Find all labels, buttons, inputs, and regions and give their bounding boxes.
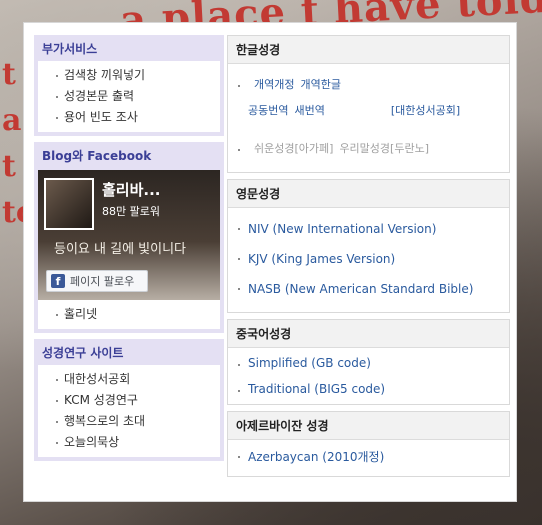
link-simplified[interactable]: Simplified (GB code) xyxy=(236,350,501,376)
left-column: 부가서비스 검색창 끼워넣기 성경본문 출력 용어 빈도 조사 Blog와 Fa… xyxy=(34,35,224,467)
english-bible-title: 영문성경 xyxy=(228,180,509,208)
blog-facebook-box: Blog와 Facebook 홀리바... 88만 팔로워 등이요 내 길에 빛… xyxy=(34,142,224,333)
blog-links: 홀리넷 xyxy=(38,300,220,329)
english-bible-section: 영문성경 NIV (New International Version) KJV… xyxy=(227,179,510,313)
link-holynet[interactable]: 홀리넷 xyxy=(44,304,214,325)
follow-page-button[interactable]: f 페이지 팔로우 xyxy=(46,270,148,292)
extra-services-list: 검색창 끼워넣기 성경본문 출력 용어 빈도 조사 xyxy=(38,61,220,132)
korean-row-3: 쉬운성경[아가페] 우리말성경[두란노] xyxy=(236,136,501,162)
follower-count: 88만 팔로워 xyxy=(102,205,160,218)
link-revised-new[interactable]: 개역개정 xyxy=(254,72,294,98)
publisher-kbs: [대한성서공회] xyxy=(390,104,461,117)
korean-row-2: 공동번역 새번역 [대한성서공회] xyxy=(236,98,501,124)
korean-bible-section: 한글성경 개역개정 개역한글 공동번역 새번역 [대한성서공회] 쉬운성경[아가… xyxy=(227,35,510,173)
link-azerbaycan[interactable]: Azerbaycan (2010개정) xyxy=(236,442,501,472)
korean-bible-title: 한글성경 xyxy=(228,36,509,64)
research-sites-box: 성경연구 사이트 대한성서공회 KCM 성경연구 행복으로의 초대 오늘의묵상 xyxy=(34,339,224,461)
link-word-frequency[interactable]: 용어 빈도 조사 xyxy=(44,107,214,128)
link-daily-meditation[interactable]: 오늘의묵상 xyxy=(44,432,214,453)
research-sites-list: 대한성서공회 KCM 성경연구 행복으로의 초대 오늘의묵상 xyxy=(38,365,220,457)
facebook-icon: f xyxy=(51,274,65,288)
extra-services-box: 부가서비스 검색창 끼워넣기 성경본문 출력 용어 빈도 조사 xyxy=(34,35,224,136)
link-korean-bible-society[interactable]: 대한성서공회 xyxy=(44,369,214,390)
extra-services-title: 부가서비스 xyxy=(42,42,98,56)
korean-row-1: 개역개정 개역한글 xyxy=(236,72,501,98)
bible-menu-panel: 부가서비스 검색창 끼워넣기 성경본문 출력 용어 빈도 조사 Blog와 Fa… xyxy=(23,22,517,502)
link-traditional[interactable]: Traditional (BIG5 code) xyxy=(236,376,501,402)
cover-verse: 등이요 내 길에 빛이니다 xyxy=(54,242,186,257)
facebook-page-widget[interactable]: 홀리바... 88만 팔로워 등이요 내 길에 빛이니다 f 페이지 팔로우 xyxy=(38,170,220,300)
link-niv[interactable]: NIV (New International Version) xyxy=(236,214,501,244)
facebook-page-name[interactable]: 홀리바... xyxy=(102,179,161,200)
blog-facebook-title: Blog와 Facebook xyxy=(42,149,152,163)
link-kjv[interactable]: KJV (King James Version) xyxy=(236,244,501,274)
link-woorimal-bible[interactable]: 우리말성경[두란노] xyxy=(339,136,429,162)
chinese-bible-section: 중국어성경 Simplified (GB code) Traditional (… xyxy=(227,319,510,405)
link-search-embed[interactable]: 검색창 끼워넣기 xyxy=(44,65,214,86)
link-easy-bible[interactable]: 쉬운성경[아가페] xyxy=(254,136,333,162)
azerbaijani-bible-title: 아제르바이잔 성경 xyxy=(228,412,509,440)
azerbaijani-bible-section: 아제르바이잔 성경 Azerbaycan (2010개정) xyxy=(227,411,510,477)
link-common-translation[interactable]: 공동번역 xyxy=(248,98,288,124)
right-column: 한글성경 개역개정 개역한글 공동번역 새번역 [대한성서공회] 쉬운성경[아가… xyxy=(227,35,510,483)
link-print-text[interactable]: 성경본문 출력 xyxy=(44,86,214,107)
link-happiness-invitation[interactable]: 행복으로의 초대 xyxy=(44,411,214,432)
link-nasb[interactable]: NASB (New American Standard Bible) xyxy=(236,274,501,304)
link-revised-korean[interactable]: 개역한글 xyxy=(300,72,340,98)
link-kcm[interactable]: KCM 성경연구 xyxy=(44,390,214,411)
follow-page-label: 페이지 팔로우 xyxy=(70,275,135,288)
page-avatar[interactable] xyxy=(44,178,94,230)
research-sites-title: 성경연구 사이트 xyxy=(42,346,124,360)
chinese-bible-title: 중국어성경 xyxy=(228,320,509,348)
link-new-translation[interactable]: 새번역 xyxy=(294,98,324,124)
